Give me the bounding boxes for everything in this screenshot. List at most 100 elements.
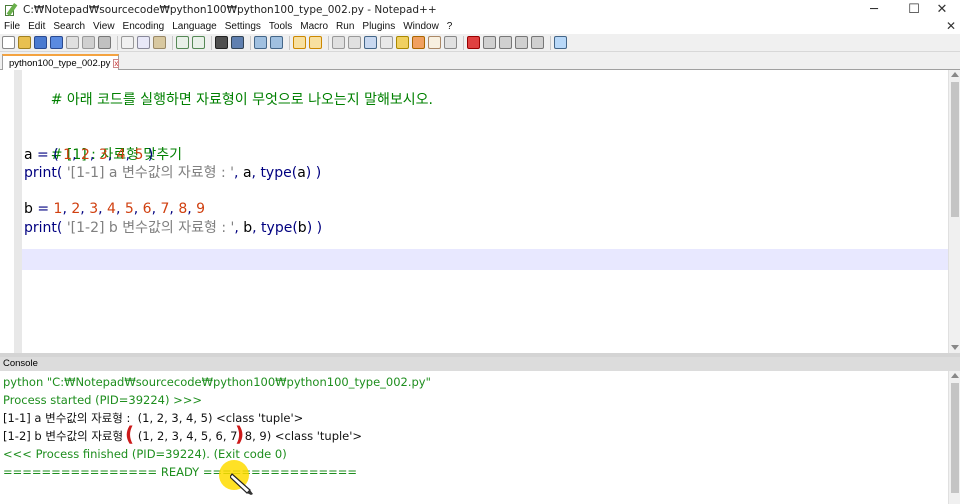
menu-encoding[interactable]: Encoding xyxy=(123,21,165,32)
annotation-right-paren: ) xyxy=(235,422,245,446)
code-editor[interactable]: # 아래 코드를 실행하면 자료형이 무엇으로 나오는지 말해보시오. # [1… xyxy=(0,70,960,353)
toolbar-separator xyxy=(328,35,329,50)
zoom-out-icon[interactable] xyxy=(270,36,283,49)
code-line[interactable]: # [1] : 자료형 맞추기 xyxy=(24,128,948,163)
console-output[interactable]: python "C:₩Notepad₩sourcecode₩python100₩… xyxy=(0,371,960,504)
folder-workspace-icon[interactable] xyxy=(428,36,441,49)
menu-bar: File Edit Search View Encoding Language … xyxy=(0,19,960,34)
comment: # 아래 코드를 실행하면 자료형이 무엇으로 나오는지 말해보시오. xyxy=(50,92,433,109)
scrollbar-thumb[interactable] xyxy=(951,82,959,217)
toolbar-separator xyxy=(550,35,551,50)
console-line: Process started (PID=39224) >>> xyxy=(3,393,203,407)
doc-map-icon[interactable] xyxy=(396,36,409,49)
keyword: type xyxy=(260,164,292,181)
menu-file[interactable]: File xyxy=(4,21,20,32)
tab-python100-type-002[interactable]: python100_type_002.py x xyxy=(2,54,120,71)
print-icon[interactable] xyxy=(98,36,111,49)
cut-icon[interactable] xyxy=(121,36,134,49)
number: 3 xyxy=(98,146,108,163)
console-line: [1-1] a 변수값의 자료형 : (1, 2, 3, 4, 5) <clas… xyxy=(3,411,304,425)
menu-macro[interactable]: Macro xyxy=(300,21,328,32)
menu-edit[interactable]: Edit xyxy=(28,21,45,32)
code-line[interactable]: b = 1, 2, 3, 4, 5, 6, 7, 8, 9 xyxy=(24,200,948,218)
console-vertical-scrollbar[interactable] xyxy=(948,371,960,504)
lang-define-icon[interactable] xyxy=(380,36,393,49)
paren: ( xyxy=(53,146,59,163)
identifier: b xyxy=(297,219,307,236)
string-literal: '[1-1] a 변수값의 자료형 : ' xyxy=(66,164,235,181)
menu-window[interactable]: Window xyxy=(403,21,439,32)
title-bar: C:₩Notepad₩sourcecode₩python100₩python10… xyxy=(0,0,960,19)
indent-guide-icon[interactable] xyxy=(364,36,377,49)
open-file-icon[interactable] xyxy=(18,36,31,49)
toolbar-separator xyxy=(211,35,212,50)
console-toggle-icon[interactable] xyxy=(554,36,567,49)
scrollbar-thumb[interactable] xyxy=(951,383,959,493)
keyword: print xyxy=(24,219,57,236)
scroll-up-icon[interactable] xyxy=(951,72,959,77)
zoom-in-icon[interactable] xyxy=(254,36,267,49)
function-list-icon[interactable] xyxy=(412,36,425,49)
fold-margin[interactable] xyxy=(14,70,22,353)
play-macro-icon[interactable] xyxy=(499,36,512,49)
code-line[interactable]: print( '[1-1] a 변수값의 자료형 : ', a, type(a)… xyxy=(24,164,948,182)
close-window-button[interactable]: ✕ xyxy=(922,0,960,19)
tab-bar: python100_type_002.py x xyxy=(0,52,960,71)
code-line[interactable] xyxy=(24,109,948,127)
save-all-icon[interactable] xyxy=(50,36,63,49)
undo-icon[interactable] xyxy=(176,36,189,49)
menu-run[interactable]: Run xyxy=(336,21,354,32)
editor-vertical-scrollbar[interactable] xyxy=(948,70,960,353)
identifier: a xyxy=(242,164,252,181)
scroll-down-icon[interactable] xyxy=(951,345,959,350)
code-line[interactable]: print( '[1-2] b 변수값의 자료형 : ', b, type(b)… xyxy=(24,219,948,237)
console-line: ================ READY ================ xyxy=(3,465,358,479)
show-all-chars-icon[interactable] xyxy=(348,36,361,49)
toolbar xyxy=(0,34,960,52)
code-area[interactable]: # 아래 코드를 실행하면 자료형이 무엇으로 나오는지 말해보시오. # [1… xyxy=(24,70,948,237)
close-all-icon[interactable] xyxy=(82,36,95,49)
number: 4 xyxy=(116,146,126,163)
menu-search[interactable]: Search xyxy=(53,21,85,32)
tab-label: python100_type_002.py xyxy=(9,58,111,69)
replace-icon[interactable] xyxy=(231,36,244,49)
minimize-button[interactable]: ─ xyxy=(854,0,894,19)
paren: ) xyxy=(147,146,154,163)
redo-icon[interactable] xyxy=(192,36,205,49)
find-icon[interactable] xyxy=(215,36,228,49)
menu-settings[interactable]: Settings xyxy=(225,21,261,32)
number: 2 xyxy=(80,146,90,163)
save-macro-icon[interactable] xyxy=(531,36,544,49)
operator: = xyxy=(37,146,49,163)
run-macro-multiple-icon[interactable] xyxy=(515,36,528,49)
menu-view[interactable]: View xyxy=(93,21,115,32)
close-file-icon[interactable] xyxy=(66,36,79,49)
menu-help[interactable]: ? xyxy=(447,21,453,32)
sync-horizontal-icon[interactable] xyxy=(309,36,322,49)
word-wrap-icon[interactable] xyxy=(332,36,345,49)
code-line[interactable]: # 아래 코드를 실행하면 자료형이 무엇으로 나오는지 말해보시오. xyxy=(24,73,948,108)
toolbar-separator xyxy=(463,35,464,50)
copy-icon[interactable] xyxy=(137,36,150,49)
keyword: print xyxy=(24,164,57,181)
menu-language[interactable]: Language xyxy=(172,21,217,32)
menu-plugins[interactable]: Plugins xyxy=(362,21,395,32)
number: 9 xyxy=(196,201,206,218)
notepadpp-app-icon xyxy=(4,2,18,17)
new-file-icon[interactable] xyxy=(2,36,15,49)
record-macro-icon[interactable] xyxy=(467,36,480,49)
scroll-up-icon[interactable] xyxy=(951,373,959,378)
console-line: [1-2] b 변수값의 자료형 : (1, 2, 3, 4, 5, 6, 7,… xyxy=(3,429,363,443)
stop-macro-icon[interactable] xyxy=(483,36,496,49)
tab-close-icon[interactable]: x xyxy=(113,59,120,68)
toolbar-separator xyxy=(289,35,290,50)
number: 4 xyxy=(107,201,116,218)
menu-tools[interactable]: Tools xyxy=(269,21,292,32)
paste-icon[interactable] xyxy=(153,36,166,49)
save-icon[interactable] xyxy=(34,36,47,49)
close-document-button[interactable]: ✕ xyxy=(946,19,956,33)
number: 2 xyxy=(71,201,81,218)
code-line[interactable] xyxy=(24,182,948,200)
sync-vertical-icon[interactable] xyxy=(293,36,306,49)
monitoring-icon[interactable] xyxy=(444,36,457,49)
